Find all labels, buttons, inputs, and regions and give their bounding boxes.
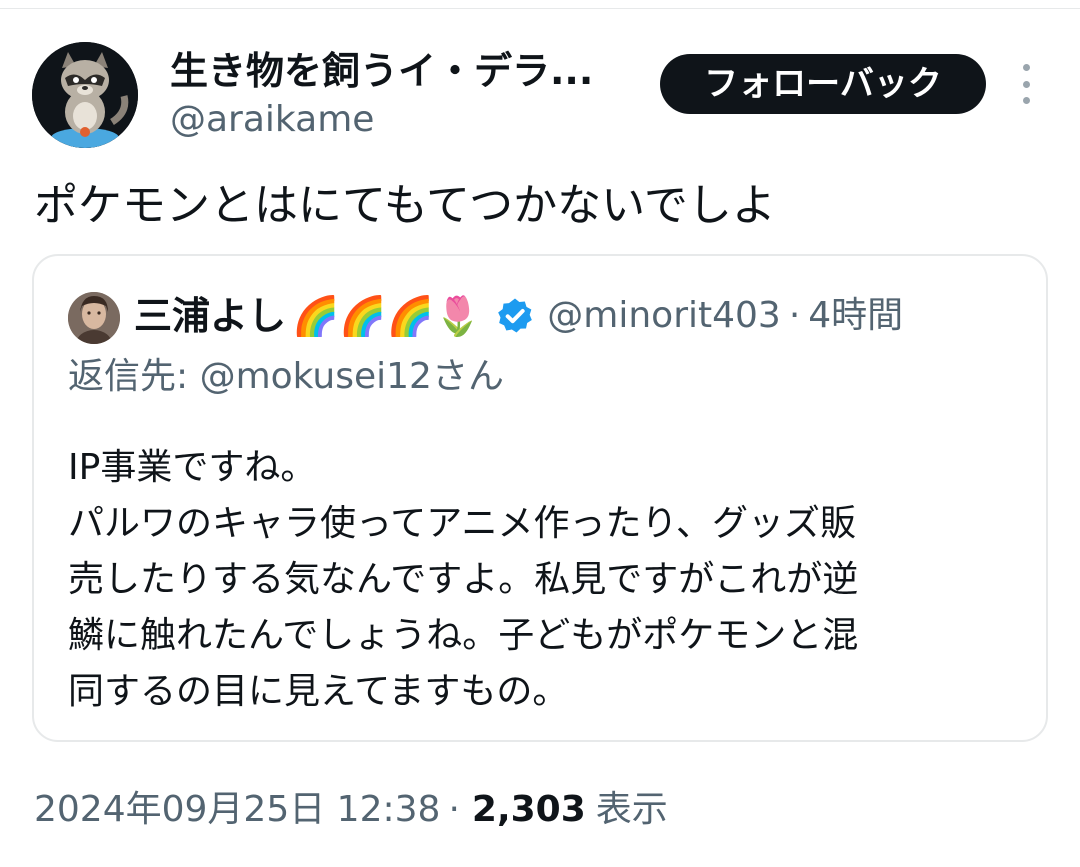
author-avatar[interactable]	[32, 42, 138, 148]
raccoon-illustration	[32, 42, 138, 148]
more-dot	[1022, 80, 1030, 88]
quoted-tweet-text: IP事業ですね。 パルワのキャラ使ってアニメ作ったり、グッズ販 売したりする気な…	[68, 440, 1018, 720]
reply-to-label[interactable]: 返信先: @mokusei12さん	[68, 350, 504, 404]
follow-back-button[interactable]: フォローバック	[660, 54, 986, 114]
quoted-header: 三浦よし 🌈🌈🌈🌷 @minorit403 · 4時間	[134, 286, 903, 346]
quoted-timestamp[interactable]: 4時間	[808, 286, 903, 346]
tweet-text: ポケモンとはにてもてつかないでしよ	[34, 180, 776, 231]
quoted-tweet-card[interactable]: 三浦よし 🌈🌈🌈🌷 @minorit403 · 4時間 返信先: @mokuse…	[32, 254, 1048, 742]
quoted-text-line: 同するの目に見えてますもの。	[68, 671, 569, 712]
quoted-text-line: IP事業ですね。	[68, 447, 317, 488]
top-divider	[0, 8, 1080, 9]
quoted-author-name[interactable]: 三浦よし	[134, 286, 286, 346]
quoted-text-line: 鱗に触れたんでしょうね。子どもがポケモンと混	[68, 615, 859, 656]
dot-separator: ·	[788, 295, 801, 336]
views-count: 2,303	[471, 789, 586, 830]
verified-badge-icon	[495, 296, 535, 336]
quoted-author-handle[interactable]: @minorit403	[547, 286, 781, 346]
portrait-illustration	[68, 292, 120, 344]
views-label: 表示	[595, 789, 668, 830]
quoted-text-line: 売したりする気なんですよ。私見ですがこれが逆	[68, 559, 859, 600]
author-display-name[interactable]: 生き物を飼うイ・デラ...	[170, 44, 630, 98]
tweet-meta: 2024年09月25日 12:38 · 2,303 表示	[34, 780, 668, 840]
dot-separator: ·	[448, 789, 460, 830]
more-dot	[1022, 97, 1030, 104]
more-dot	[1022, 64, 1030, 71]
quoted-text-line: パルワのキャラ使ってアニメ作ったり、グッズ販	[68, 503, 857, 544]
author-handle[interactable]: @araikame	[170, 96, 374, 144]
quoted-author-avatar[interactable]	[68, 292, 120, 344]
tweet-timestamp[interactable]: 2024年09月25日 12:38	[34, 780, 440, 840]
quoted-author-emoji: 🌈🌈🌈🌷	[292, 294, 482, 338]
more-vertical-icon[interactable]	[1012, 64, 1040, 104]
